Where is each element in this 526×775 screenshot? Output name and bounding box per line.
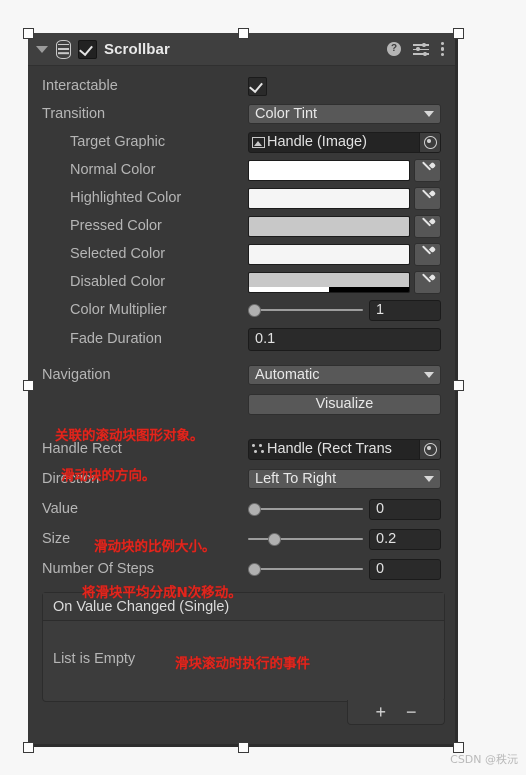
label-value: Value bbox=[42, 501, 79, 517]
row-normal-color: Normal Color bbox=[42, 156, 441, 184]
watermark: CSDN @秩沅 bbox=[450, 753, 518, 766]
navigation-value: Automatic bbox=[255, 367, 320, 383]
row-color-multiplier: Color Multiplier 1 bbox=[42, 296, 441, 324]
label-size: Size bbox=[42, 531, 71, 547]
editor-canvas: Scrollbar ? Interactable Transition Colo… bbox=[0, 0, 526, 775]
header-icon-group: ? bbox=[387, 41, 445, 57]
scrollbar-component-icon bbox=[56, 39, 71, 59]
fade-duration-input[interactable]: 0.1 bbox=[248, 327, 441, 351]
inspector-panel: Scrollbar ? Interactable Transition Colo… bbox=[28, 33, 458, 747]
handle-rect-value: Handle (Rect Trans bbox=[267, 441, 392, 457]
value-slider[interactable] bbox=[248, 500, 363, 518]
size-number[interactable]: 0.2 bbox=[369, 528, 441, 550]
row-visualize: Visualize bbox=[42, 390, 441, 418]
inspector-body: Interactable Transition Color Tint Targe… bbox=[28, 66, 455, 584]
label-target-graphic: Target Graphic bbox=[70, 134, 166, 150]
direction-value: Left To Right bbox=[255, 471, 337, 487]
component-enabled-checkbox[interactable] bbox=[78, 39, 97, 59]
navigation-dropdown[interactable]: Automatic bbox=[248, 365, 441, 385]
number-of-steps-number[interactable]: 0 bbox=[369, 558, 441, 580]
chevron-down-icon bbox=[424, 372, 434, 378]
row-fade-duration: Fade Duration 0.1 bbox=[42, 324, 441, 354]
selection-handle-top-center[interactable] bbox=[237, 27, 249, 39]
disabled-color-alpha-bar bbox=[249, 286, 409, 292]
row-disabled-color: Disabled Color bbox=[42, 268, 441, 296]
color-multiplier-slider[interactable] bbox=[248, 301, 363, 319]
annotation-3: 将滑块平均分成N次移动。 bbox=[82, 585, 242, 601]
row-highlighted-color: Highlighted Color bbox=[42, 184, 441, 212]
selection-handle-middle-left[interactable] bbox=[22, 379, 34, 391]
label-fade-duration: Fade Duration bbox=[70, 331, 162, 347]
highlighted-color-swatch[interactable] bbox=[248, 187, 410, 209]
row-transition: Transition Color Tint bbox=[42, 100, 441, 128]
selection-handle-bottom-left[interactable] bbox=[22, 741, 34, 753]
label-highlighted-color: Highlighted Color bbox=[70, 190, 182, 206]
direction-dropdown[interactable]: Left To Right bbox=[248, 469, 441, 489]
visualize-button[interactable]: Visualize bbox=[248, 393, 441, 415]
target-graphic-object-field[interactable]: Handle (Image) bbox=[248, 131, 441, 153]
help-icon[interactable]: ? bbox=[387, 42, 401, 56]
target-graphic-picker-icon[interactable] bbox=[419, 132, 440, 152]
label-navigation: Navigation bbox=[42, 367, 111, 383]
row-target-graphic: Target Graphic Handle (Image) bbox=[42, 128, 441, 156]
disabled-color-eyedropper-icon[interactable] bbox=[414, 270, 441, 294]
target-graphic-value: Handle (Image) bbox=[267, 134, 367, 150]
annotation-0: 关联的滚动块图形对象。 bbox=[55, 428, 204, 444]
label-selected-color: Selected Color bbox=[70, 246, 166, 262]
interactable-checkbox[interactable] bbox=[248, 76, 267, 96]
color-multiplier-value[interactable]: 1 bbox=[369, 299, 441, 321]
remove-event-button[interactable]: − bbox=[406, 703, 417, 721]
selected-color-swatch[interactable] bbox=[248, 243, 410, 265]
transition-dropdown[interactable]: Color Tint bbox=[248, 104, 441, 124]
kebab-menu-icon[interactable] bbox=[441, 41, 445, 57]
selection-handle-top-left[interactable] bbox=[22, 27, 34, 39]
event-list-controls: + − bbox=[347, 700, 445, 725]
pressed-color-eyedropper-icon[interactable] bbox=[414, 214, 441, 238]
size-slider[interactable] bbox=[248, 530, 363, 548]
label-pressed-color: Pressed Color bbox=[70, 218, 162, 234]
foldout-triangle-icon[interactable] bbox=[36, 45, 48, 53]
normal-color-swatch[interactable] bbox=[248, 159, 410, 181]
row-navigation: Navigation Automatic bbox=[42, 360, 441, 390]
annotation-2: 滑动块的比例大小。 bbox=[94, 539, 216, 555]
on-value-changed-section: On Value Changed (Single) List is Empty … bbox=[42, 592, 445, 725]
selection-handle-bottom-center[interactable] bbox=[237, 741, 249, 753]
selection-handle-middle-right[interactable] bbox=[452, 379, 464, 391]
row-interactable: Interactable bbox=[42, 72, 441, 100]
pressed-color-swatch[interactable] bbox=[248, 215, 410, 237]
event-empty-text: List is Empty bbox=[53, 651, 136, 667]
disabled-color-swatch[interactable] bbox=[248, 271, 410, 293]
label-normal-color: Normal Color bbox=[70, 162, 156, 178]
add-event-button[interactable]: + bbox=[375, 703, 386, 721]
handle-rect-object-field[interactable]: Handle (Rect Trans bbox=[248, 438, 441, 460]
row-pressed-color: Pressed Color bbox=[42, 212, 441, 240]
label-number-of-steps: Number Of Steps bbox=[42, 561, 155, 577]
number-of-steps-slider[interactable] bbox=[248, 560, 363, 578]
chevron-down-icon bbox=[424, 476, 434, 482]
selected-color-eyedropper-icon[interactable] bbox=[414, 242, 441, 266]
value-number[interactable]: 0 bbox=[369, 498, 441, 520]
handle-rect-picker-icon[interactable] bbox=[419, 439, 440, 459]
label-transition: Transition bbox=[42, 106, 106, 122]
label-disabled-color: Disabled Color bbox=[70, 274, 166, 290]
label-interactable: Interactable bbox=[42, 78, 118, 94]
selection-handle-top-right[interactable] bbox=[452, 27, 464, 39]
normal-color-eyedropper-icon[interactable] bbox=[414, 158, 441, 182]
component-title: Scrollbar bbox=[104, 40, 170, 58]
row-selected-color: Selected Color bbox=[42, 240, 441, 268]
row-number-of-steps: Number Of Steps 0 bbox=[42, 554, 441, 584]
highlighted-color-eyedropper-icon[interactable] bbox=[414, 186, 441, 210]
preset-icon[interactable] bbox=[413, 42, 429, 56]
row-value: Value 0 bbox=[42, 494, 441, 524]
chevron-down-icon bbox=[424, 111, 434, 117]
transition-value: Color Tint bbox=[255, 106, 318, 122]
annotation-4: 滑块滚动时执行的事件 bbox=[175, 656, 310, 672]
rect-transform-icon bbox=[249, 440, 267, 459]
annotation-1: 滑动块的方向。 bbox=[61, 468, 156, 484]
image-icon bbox=[249, 133, 267, 152]
label-color-multiplier: Color Multiplier bbox=[70, 302, 167, 318]
